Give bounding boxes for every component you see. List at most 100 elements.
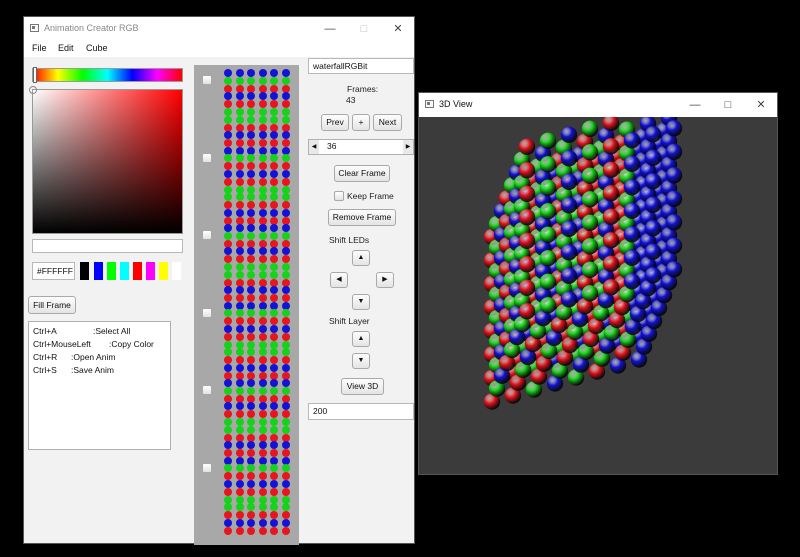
led-cell[interactable] (247, 139, 255, 148)
led-cell[interactable] (235, 231, 244, 240)
led-cell[interactable] (235, 270, 244, 279)
led-cell[interactable] (247, 309, 255, 318)
led-cell[interactable] (235, 115, 244, 124)
led-cell[interactable] (270, 162, 278, 171)
led-cell[interactable] (270, 169, 278, 178)
led-cell[interactable] (258, 131, 267, 140)
led-cell[interactable] (224, 394, 232, 403)
frame-select-checkbox[interactable] (202, 385, 212, 395)
led-cell[interactable] (224, 92, 232, 101)
led-cell[interactable] (258, 526, 267, 535)
led-cell[interactable] (281, 332, 290, 341)
swatch-black[interactable] (80, 262, 89, 280)
led-cell[interactable] (235, 239, 244, 248)
led-cell[interactable] (258, 503, 267, 512)
led-cell[interactable] (281, 239, 290, 248)
led-cell[interactable] (235, 526, 244, 535)
led-cell[interactable] (247, 402, 255, 411)
led-cell[interactable] (235, 301, 244, 310)
led-cell[interactable] (235, 177, 244, 186)
led-cell[interactable] (270, 131, 278, 140)
led-cell[interactable] (235, 379, 244, 387)
led-cell[interactable] (224, 231, 232, 240)
animation-name-input[interactable]: waterfallRGBit (308, 58, 414, 74)
swatch-cyan[interactable] (120, 262, 129, 280)
led-cell[interactable] (247, 208, 255, 217)
led-cell[interactable] (224, 100, 232, 109)
led-cell[interactable] (270, 108, 278, 116)
led-cell[interactable] (270, 247, 278, 256)
led-cell[interactable] (258, 154, 267, 163)
led-cell[interactable] (270, 495, 278, 504)
led-cell[interactable] (247, 441, 255, 450)
led-cell[interactable] (281, 208, 290, 217)
led-cell[interactable] (235, 154, 244, 163)
swatch-magenta[interactable] (146, 262, 155, 280)
led-cell[interactable] (247, 518, 255, 527)
led-cell[interactable] (258, 247, 267, 256)
led-cell[interactable] (281, 270, 290, 279)
minimize-icon[interactable]: — (320, 20, 340, 38)
led-cell[interactable] (235, 472, 244, 481)
led-cell[interactable] (258, 84, 267, 93)
led-cell[interactable] (235, 169, 244, 178)
led-cell[interactable] (247, 154, 255, 163)
led-cell[interactable] (270, 394, 278, 403)
led-cell[interactable] (258, 394, 267, 403)
shift-leds-up-button[interactable]: ▲ (352, 250, 370, 266)
led-cell[interactable] (247, 479, 255, 488)
led-cell[interactable] (247, 169, 255, 178)
led-cell[interactable] (281, 146, 290, 155)
led-cell[interactable] (235, 332, 244, 341)
led-cell[interactable] (258, 139, 267, 148)
led-cell[interactable] (281, 231, 290, 240)
led-cell[interactable] (258, 231, 267, 240)
led-cell[interactable] (235, 193, 244, 202)
shift-layer-up-button[interactable]: ▲ (352, 331, 370, 347)
led-cell[interactable] (281, 472, 290, 481)
led-cell[interactable] (224, 425, 232, 434)
led-cell[interactable] (270, 526, 278, 535)
led-cell[interactable] (224, 108, 232, 116)
led-cell[interactable] (281, 456, 290, 465)
led-cell[interactable] (281, 425, 290, 434)
led-cell[interactable] (258, 363, 267, 372)
led-cell[interactable] (270, 115, 278, 124)
led-cell[interactable] (224, 294, 232, 303)
led-cell[interactable] (258, 146, 267, 155)
frame-select-checkbox[interactable] (202, 307, 212, 318)
led-cell[interactable] (281, 324, 290, 333)
led-cell[interactable] (258, 255, 267, 264)
led-cell[interactable] (281, 123, 290, 132)
led-cell[interactable] (258, 278, 267, 287)
led-cube-render[interactable] (419, 117, 777, 474)
add-frame-button[interactable]: + (352, 114, 370, 131)
led-cell[interactable] (247, 286, 255, 295)
swatch-yellow[interactable] (159, 262, 168, 280)
led-cell[interactable] (247, 487, 255, 496)
led-cell[interactable] (281, 154, 290, 163)
led-cell[interactable] (224, 146, 232, 155)
led-cell[interactable] (270, 363, 278, 372)
led-cell[interactable] (235, 363, 244, 372)
led-cell[interactable] (235, 511, 244, 520)
led-cell[interactable] (235, 286, 244, 295)
led-cell[interactable] (258, 169, 267, 178)
led-cell[interactable] (247, 115, 255, 124)
led-cell[interactable] (270, 418, 278, 426)
led-cell[interactable] (224, 518, 232, 527)
led-cell[interactable] (224, 123, 232, 132)
led-cell[interactable] (270, 301, 278, 310)
led-cell[interactable] (258, 177, 267, 186)
led-cell[interactable] (224, 263, 232, 271)
led-cell[interactable] (224, 433, 232, 442)
led-cell[interactable] (281, 169, 290, 178)
led-cell[interactable] (247, 425, 255, 434)
led-cell[interactable] (224, 301, 232, 310)
led-cell[interactable] (224, 255, 232, 264)
led-cell[interactable] (258, 324, 267, 333)
led-cell[interactable] (247, 69, 255, 77)
led-cell[interactable] (247, 247, 255, 256)
led-cell[interactable] (258, 185, 267, 194)
led-cell[interactable] (258, 309, 267, 318)
